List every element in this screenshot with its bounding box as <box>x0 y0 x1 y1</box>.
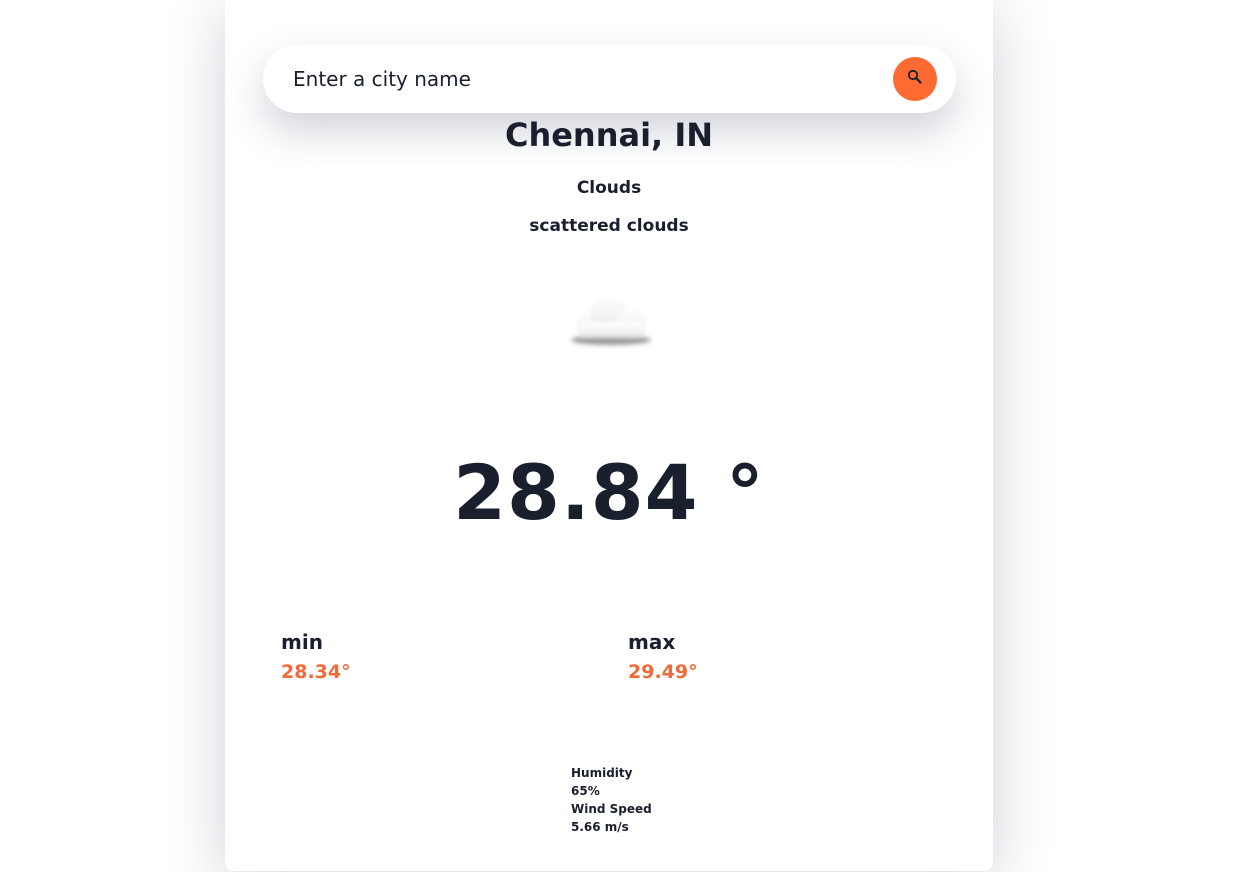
search-input[interactable] <box>293 59 873 99</box>
current-temperature: 28.84 ° <box>453 448 765 537</box>
max-value: 29.49° <box>628 661 698 683</box>
weather-card: Chennai, IN Clouds scattered clouds 28.8… <box>225 0 993 871</box>
humidity-value: 65% <box>571 784 600 798</box>
city-name: Chennai, IN <box>504 116 714 154</box>
humidity-label: Humidity <box>571 766 633 780</box>
condition-main: Clouds <box>576 178 642 198</box>
condition-description: scattered clouds <box>529 216 689 236</box>
min-label: min <box>281 630 323 654</box>
search-button[interactable] <box>893 57 937 101</box>
weather-details: Humidity 65% Wind Speed 5.66 m/s <box>571 764 652 836</box>
search-bar <box>263 45 956 113</box>
wind-speed-value: 5.66 m/s <box>571 820 629 834</box>
cloud-icon <box>571 294 651 345</box>
wind-speed-label: Wind Speed <box>571 802 652 816</box>
search-icon <box>907 69 922 84</box>
min-value: 28.34° <box>281 661 351 683</box>
max-label: max <box>628 630 676 654</box>
